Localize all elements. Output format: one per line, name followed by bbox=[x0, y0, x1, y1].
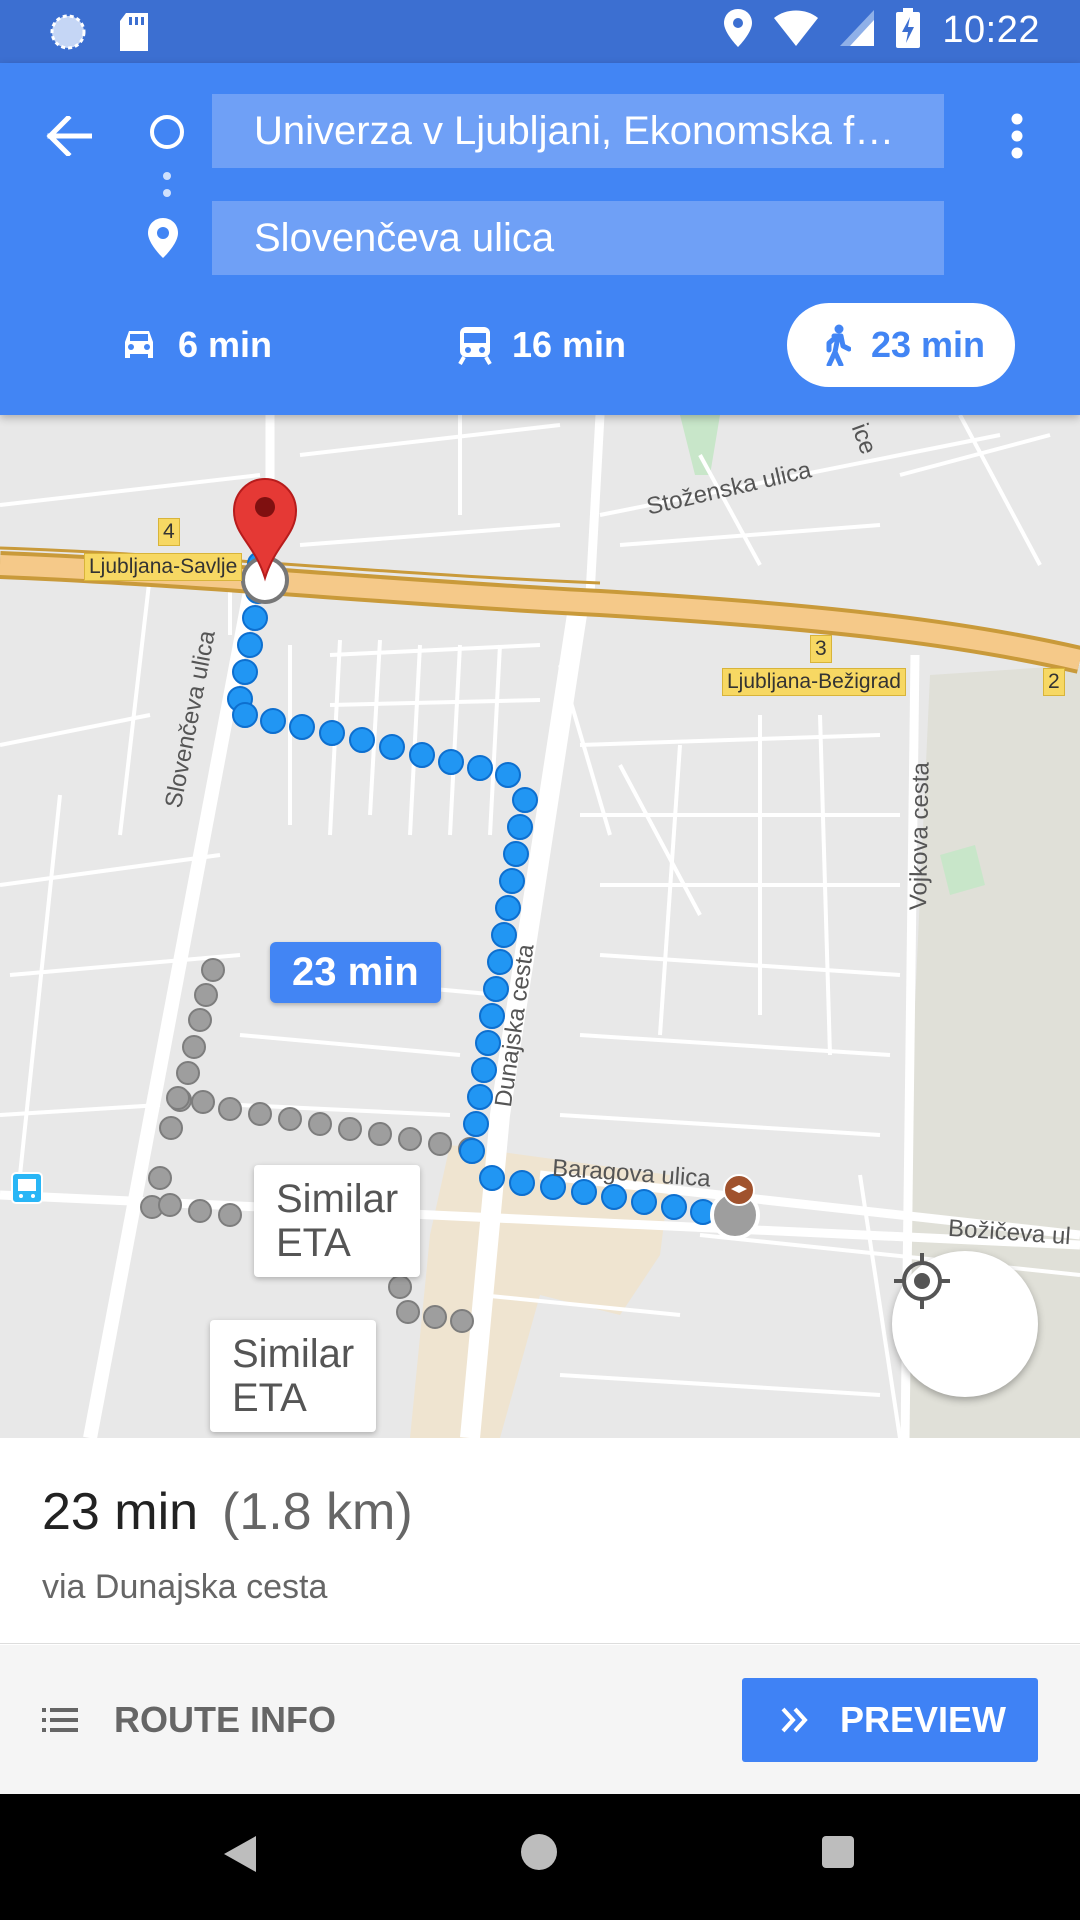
mode-transit-tab[interactable]: 16 min bbox=[458, 303, 626, 387]
exit-shield-savlje: Ljubljana-Savlje bbox=[84, 553, 243, 581]
signal-icon bbox=[840, 10, 875, 51]
sync-icon bbox=[48, 12, 88, 57]
summary-time: 23 min bbox=[42, 1483, 199, 1541]
alt-route-1-line1: Similar bbox=[276, 1177, 399, 1221]
preview-button[interactable]: PREVIEW bbox=[742, 1678, 1038, 1762]
mode-drive-tab[interactable]: 6 min bbox=[120, 303, 272, 387]
walk-icon bbox=[826, 324, 851, 366]
route-eta-bubble[interactable]: 23 min bbox=[270, 942, 441, 1003]
bus-stop-icon[interactable] bbox=[11, 1172, 43, 1204]
summary-distance: (1.8 km) bbox=[222, 1483, 413, 1541]
more-vert-icon bbox=[1011, 113, 1023, 159]
mode-transit-label: 16 min bbox=[512, 324, 627, 365]
train-icon bbox=[458, 327, 492, 365]
exit-shield-2: 2 bbox=[1043, 668, 1065, 696]
my-location-button[interactable] bbox=[892, 1251, 1038, 1397]
destination-pin-icon bbox=[148, 218, 178, 263]
mode-drive-label: 6 min bbox=[178, 324, 273, 365]
system-nav-bar bbox=[0, 1794, 1080, 1920]
battery-charging-icon bbox=[896, 8, 921, 53]
exit-shield-bezigrad: Ljubljana-Bežigrad bbox=[722, 668, 906, 696]
summary-via: via Dunajska cesta bbox=[42, 1568, 328, 1606]
route-info-button[interactable]: ROUTE INFO bbox=[42, 1687, 336, 1753]
destination-input[interactable]: Slovenčeva ulica bbox=[212, 201, 944, 275]
origin-circle-icon bbox=[150, 115, 184, 149]
action-bar: ROUTE INFO PREVIEW bbox=[0, 1645, 1080, 1794]
alt-route-bubble-2[interactable]: Similar ETA bbox=[210, 1320, 377, 1432]
double-chevron-right-icon bbox=[781, 1707, 808, 1733]
more-options-button[interactable] bbox=[984, 103, 1050, 169]
preview-label: PREVIEW bbox=[840, 1699, 1007, 1740]
location-icon bbox=[724, 9, 753, 52]
wifi-icon bbox=[774, 10, 819, 51]
alt-route-1-line2: ETA bbox=[276, 1221, 351, 1265]
exit-shield-3: 3 bbox=[810, 635, 832, 663]
origin-input[interactable]: Univerza v Ljubljani, Ekonomska f… bbox=[212, 94, 944, 168]
label-vojkova: Vojkova cesta bbox=[905, 761, 935, 911]
nav-recents-icon[interactable] bbox=[822, 1836, 854, 1868]
car-icon bbox=[125, 331, 153, 358]
nav-back-icon[interactable] bbox=[222, 1834, 258, 1874]
alt-route-2-line1: Similar bbox=[232, 1332, 355, 1376]
mode-walk-tab[interactable]: 23 min bbox=[787, 303, 1015, 387]
alt-route-2-line2: ETA bbox=[232, 1376, 307, 1420]
travel-modes: 6 min 16 min 23 min bbox=[0, 303, 1080, 393]
arrow-back-icon bbox=[46, 116, 92, 156]
map-view[interactable]: Stoženska ulica ice Slovenčeva ulica Dun… bbox=[0, 415, 1080, 1438]
mode-walk-label: 23 min bbox=[871, 324, 986, 365]
route-info-label: ROUTE INFO bbox=[114, 1699, 336, 1740]
route-summary[interactable]: 23 min (1.8 km) via Dunajska cesta bbox=[0, 1438, 1080, 1644]
status-time: 10:22 bbox=[942, 9, 1040, 51]
connector-dots bbox=[163, 172, 171, 197]
directions-header: Univerza v Ljubljani, Ekonomska f… Slove… bbox=[0, 63, 1080, 415]
nav-home-icon[interactable] bbox=[521, 1834, 557, 1870]
list-icon bbox=[42, 1708, 78, 1732]
crosshair-icon bbox=[894, 1253, 950, 1309]
sd-card-icon bbox=[118, 13, 150, 56]
exit-shield-4: 4 bbox=[158, 518, 180, 546]
back-button[interactable] bbox=[36, 103, 102, 169]
alt-route-bubble-1[interactable]: Similar ETA bbox=[254, 1165, 421, 1277]
status-bar: 10:22 bbox=[0, 0, 1080, 63]
